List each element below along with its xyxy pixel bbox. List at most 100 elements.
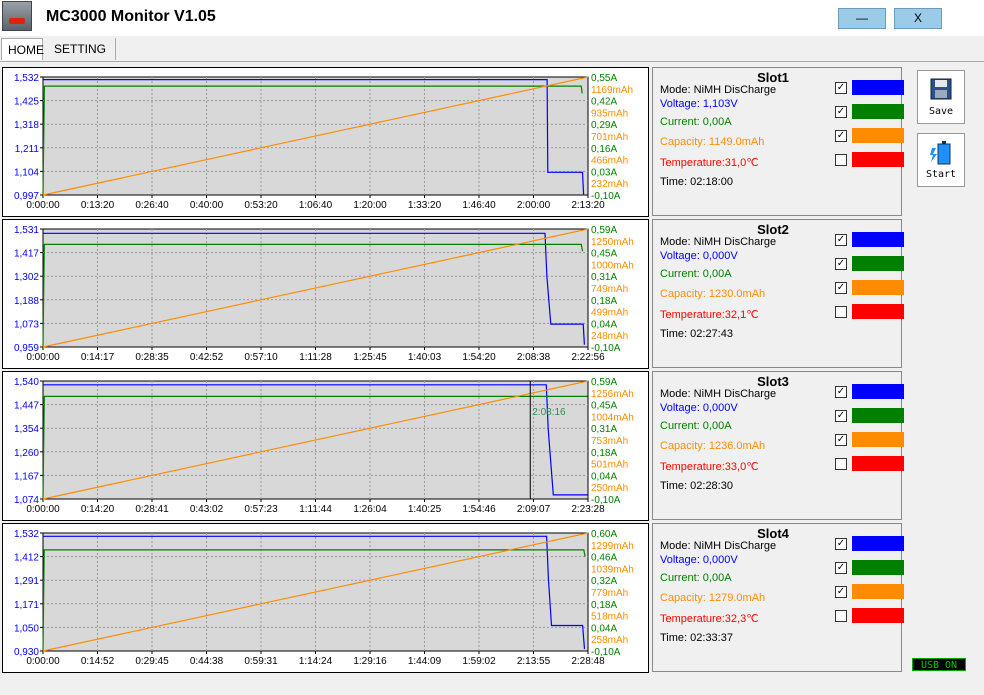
chart-slot-4[interactable]: 0:00:00 0:14:52 0:29:45 0:44:38 0:59:31 1:14:… bbox=[2, 523, 649, 673]
y-right-current-tick-label: -0,10A bbox=[591, 647, 621, 658]
y-right-current-tick-label: -0,10A bbox=[591, 495, 621, 506]
y-left-tick-label: 1,104 bbox=[14, 167, 39, 178]
x-tick-label: 0:43:02 bbox=[190, 504, 224, 515]
show-capacity-checkbox[interactable]: ✓ bbox=[835, 282, 847, 294]
show-temperature-checkbox[interactable] bbox=[835, 610, 847, 622]
chart-svg: 0:00:00 0:14:20 0:28:41 0:43:02 0:57:23 1:11:… bbox=[14, 377, 634, 515]
y-right-capacity-tick-label: 701mAh bbox=[591, 132, 628, 143]
start-button[interactable]: Start bbox=[917, 133, 965, 187]
y-right-capacity-tick-label: 749mAh bbox=[591, 284, 628, 295]
show-current-checkbox[interactable]: ✓ bbox=[835, 106, 847, 118]
y-right-current-tick-label: 0,04A bbox=[591, 623, 617, 634]
chart-svg: 0:00:00 0:13:20 0:26:40 0:40:00 0:53:20 1:06:… bbox=[14, 73, 633, 211]
chart-slot-3[interactable]: 0:00:00 0:14:20 0:28:41 0:43:02 0:57:23 1:11:… bbox=[2, 371, 649, 521]
slot-voltage: Voltage: 1,103V bbox=[660, 98, 738, 110]
y-left-tick-label: 1,412 bbox=[14, 553, 39, 564]
x-tick-label: 0:14:52 bbox=[81, 656, 115, 667]
close-button[interactable]: X bbox=[894, 8, 942, 29]
show-current-checkbox[interactable]: ✓ bbox=[835, 410, 847, 422]
y-right-current-tick-label: 0,60A bbox=[591, 529, 617, 540]
x-tick-label: 1:11:44 bbox=[299, 504, 332, 515]
show-temperature-checkbox[interactable] bbox=[835, 154, 847, 166]
show-voltage-checkbox[interactable]: ✓ bbox=[835, 82, 847, 94]
y-right-current-tick-label: 0,42A bbox=[591, 97, 617, 108]
show-current-checkbox[interactable]: ✓ bbox=[835, 562, 847, 574]
tab-bar: HOME SETTING bbox=[0, 36, 984, 62]
slot-time: Time: 02:27:43 bbox=[660, 328, 733, 340]
x-tick-label: 1:20:00 bbox=[353, 200, 387, 211]
temperature-color-swatch bbox=[852, 608, 904, 623]
y-left-tick-label: 0,930 bbox=[14, 647, 39, 658]
x-tick-label: 0:14:20 bbox=[81, 504, 115, 515]
temperature-color-swatch bbox=[852, 152, 904, 167]
chart-slot-2[interactable]: 0:00:00 0:14:17 0:28:35 0:42:52 0:57:10 1:11:… bbox=[2, 219, 649, 369]
y-right-capacity-tick-label: 248mAh bbox=[591, 331, 628, 342]
slot-voltage: Voltage: 0,000V bbox=[660, 554, 738, 566]
capacity-color-swatch bbox=[852, 432, 904, 447]
slot-panel-4: Slot4 Mode: NiMH DisCharge Voltage: 0,000V… bbox=[652, 523, 904, 672]
y-right-current-tick-label: 0,31A bbox=[591, 272, 617, 283]
y-right-current-tick-label: 0,31A bbox=[591, 424, 617, 435]
slot-current: Current: 0,00A bbox=[660, 572, 732, 584]
y-right-capacity-tick-label: 518mAh bbox=[591, 612, 628, 623]
current-color-swatch bbox=[852, 560, 904, 575]
x-tick-label: 2:00:00 bbox=[517, 200, 551, 211]
tab-setting[interactable]: SETTING bbox=[48, 38, 116, 60]
slot-time: Time: 02:33:37 bbox=[660, 632, 733, 644]
show-voltage-checkbox[interactable]: ✓ bbox=[835, 234, 847, 246]
y-right-current-tick-label: 0,59A bbox=[591, 225, 617, 236]
chart-slot-1[interactable]: 0:00:00 0:13:20 0:26:40 0:40:00 0:53:20 1:06:… bbox=[2, 67, 649, 217]
y-right-current-tick-label: 0,55A bbox=[591, 73, 617, 84]
show-temperature-checkbox[interactable] bbox=[835, 458, 847, 470]
voltage-color-swatch bbox=[852, 536, 904, 551]
slot-mode: Mode: NiMH DisCharge bbox=[660, 540, 777, 552]
show-voltage-checkbox[interactable]: ✓ bbox=[835, 386, 847, 398]
current-color-swatch bbox=[852, 408, 904, 423]
x-tick-label: 0:28:35 bbox=[135, 352, 169, 363]
x-tick-label: 1:33:20 bbox=[408, 200, 442, 211]
x-tick-label: 1:06:40 bbox=[299, 200, 333, 211]
minimize-button[interactable]: — bbox=[838, 8, 886, 29]
y-left-tick-label: 1,050 bbox=[14, 623, 39, 634]
slot-current: Current: 0,00A bbox=[660, 420, 732, 432]
y-left-tick-label: 1,074 bbox=[14, 495, 39, 506]
show-capacity-checkbox[interactable]: ✓ bbox=[835, 586, 847, 598]
y-right-capacity-tick-label: 499mAh bbox=[591, 308, 628, 319]
show-temperature-checkbox[interactable] bbox=[835, 306, 847, 318]
y-left-tick-label: 1,291 bbox=[14, 576, 39, 587]
show-current-checkbox[interactable]: ✓ bbox=[835, 258, 847, 270]
y-right-capacity-tick-label: 935mAh bbox=[591, 108, 628, 119]
y-right-capacity-tick-label: 1039mAh bbox=[591, 564, 634, 575]
slot-panel-3: Slot3 Mode: NiMH DisCharge Voltage: 0,000V… bbox=[652, 371, 904, 520]
x-tick-label: 0:29:45 bbox=[135, 656, 169, 667]
y-right-current-tick-label: 0,59A bbox=[591, 377, 617, 388]
slot-temperature: Temperature:32,3℃ bbox=[660, 613, 759, 625]
voltage-color-swatch bbox=[852, 384, 904, 399]
x-tick-label: 1:44:09 bbox=[408, 656, 442, 667]
x-tick-label: 1:11:28 bbox=[299, 352, 332, 363]
temperature-color-swatch bbox=[852, 304, 904, 319]
y-right-capacity-tick-label: 1256mAh bbox=[591, 389, 634, 400]
y-right-capacity-tick-label: 1299mAh bbox=[591, 541, 634, 552]
y-right-current-tick-label: -0,10A bbox=[591, 343, 621, 354]
show-capacity-checkbox[interactable]: ✓ bbox=[835, 434, 847, 446]
x-tick-label: 0:26:40 bbox=[135, 200, 169, 211]
y-right-capacity-tick-label: 1250mAh bbox=[591, 237, 634, 248]
y-left-tick-label: 1,318 bbox=[14, 120, 39, 131]
y-left-tick-label: 1,188 bbox=[14, 296, 39, 307]
y-left-tick-label: 1,354 bbox=[14, 424, 39, 435]
x-tick-label: 1:54:20 bbox=[462, 352, 496, 363]
slot-mode: Mode: NiMH DisCharge bbox=[660, 84, 777, 96]
show-capacity-checkbox[interactable]: ✓ bbox=[835, 130, 847, 142]
slot-temperature: Temperature:33,0℃ bbox=[660, 461, 759, 473]
x-tick-label: 1:40:25 bbox=[408, 504, 442, 515]
slot-capacity: Capacity: 1230.0mAh bbox=[660, 288, 766, 300]
x-tick-label: 0:59:31 bbox=[244, 656, 278, 667]
y-right-current-tick-label: 0,46A bbox=[591, 553, 617, 564]
y-right-capacity-tick-label: 258mAh bbox=[591, 635, 628, 646]
show-voltage-checkbox[interactable]: ✓ bbox=[835, 538, 847, 550]
capacity-color-swatch bbox=[852, 128, 904, 143]
save-button[interactable]: Save bbox=[917, 70, 965, 124]
capacity-color-swatch bbox=[852, 280, 904, 295]
tab-home[interactable]: HOME bbox=[1, 38, 44, 60]
